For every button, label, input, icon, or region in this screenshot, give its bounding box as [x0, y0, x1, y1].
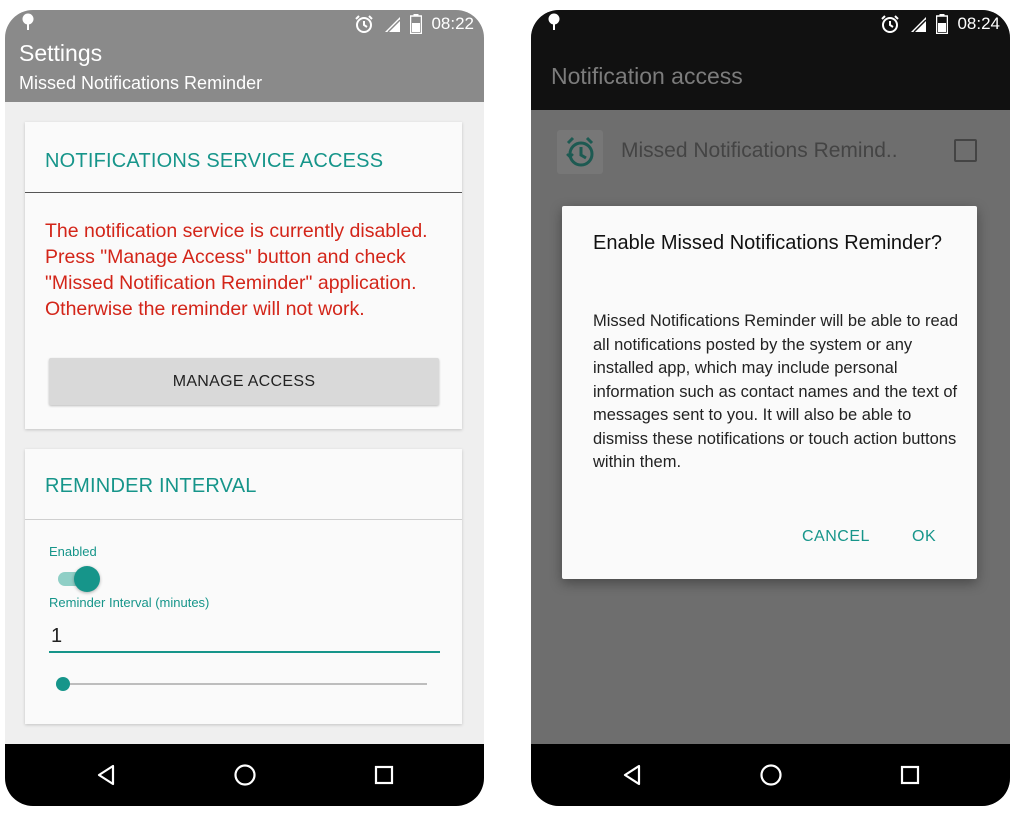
- battery-icon: [410, 14, 423, 34]
- slider-thumb[interactable]: [56, 677, 70, 691]
- notification-pin-icon: [21, 13, 35, 36]
- home-icon[interactable]: [756, 760, 786, 790]
- recents-icon[interactable]: [895, 760, 925, 790]
- interval-slider[interactable]: [56, 674, 427, 694]
- phone-notification-access: 08:24 Notification access Missed Notific…: [531, 10, 1010, 806]
- page-subtitle: Missed Notifications Reminder: [19, 73, 263, 93]
- reminder-interval-card: REMINDER INTERVAL Enabled Reminder Inter…: [25, 449, 462, 724]
- interval-label: Reminder Interval (minutes): [49, 595, 210, 610]
- battery-icon: [936, 14, 949, 34]
- access-checkbox[interactable]: [954, 139, 977, 162]
- notification-pin-icon: [547, 13, 561, 36]
- recents-icon[interactable]: [369, 760, 399, 790]
- enabled-toggle[interactable]: [58, 565, 102, 593]
- home-icon[interactable]: [230, 760, 260, 790]
- cancel-button[interactable]: CANCEL: [798, 524, 874, 550]
- divider: [25, 519, 462, 520]
- page-title: Notification access: [551, 63, 743, 89]
- enable-access-dialog: Enable Missed Notifications Reminder? Mi…: [562, 206, 977, 579]
- status-time: 08:24: [957, 14, 1000, 33]
- card-title-access: NOTIFICATIONS SERVICE ACCESS: [45, 150, 384, 172]
- app-bar: Settings Missed Notifications Reminder: [5, 38, 484, 102]
- ok-button[interactable]: OK: [908, 524, 940, 550]
- divider: [25, 192, 462, 193]
- phone-settings: 08:22 Settings Missed Notifications Remi…: [5, 10, 484, 806]
- enabled-label: Enabled: [49, 544, 97, 559]
- notification-access-content: Missed Notifications Remind.. Enable Mis…: [531, 110, 1010, 744]
- signal-icon: [909, 15, 927, 33]
- list-item[interactable]: Missed Notifications Remind..: [531, 110, 1010, 190]
- toggle-thumb[interactable]: [74, 566, 100, 592]
- signal-icon: [383, 15, 401, 33]
- manage-access-button[interactable]: MANAGE ACCESS: [49, 358, 439, 405]
- settings-content: NOTIFICATIONS SERVICE ACCESS The notific…: [5, 102, 484, 744]
- app-name-label: Missed Notifications Remind..: [621, 139, 898, 162]
- slider-track: [57, 683, 427, 685]
- alarm-history-icon: [557, 130, 603, 174]
- notification-access-card: NOTIFICATIONS SERVICE ACCESS The notific…: [25, 122, 462, 429]
- alarm-icon: [354, 14, 374, 34]
- status-bar: 08:24: [531, 10, 1010, 38]
- navigation-bar: [5, 744, 484, 806]
- page-title: Settings: [19, 40, 103, 66]
- interval-input[interactable]: [49, 621, 440, 653]
- status-time: 08:22: [431, 14, 474, 33]
- status-bar: 08:22: [5, 10, 484, 38]
- card-title-interval: REMINDER INTERVAL: [45, 475, 257, 497]
- dialog-body: Missed Notifications Reminder will be ab…: [593, 312, 958, 471]
- service-disabled-warning: The notification service is currently di…: [45, 220, 428, 320]
- navigation-bar: [531, 744, 1010, 806]
- dialog-title: Enable Missed Notifications Reminder?: [593, 232, 943, 254]
- back-icon[interactable]: [91, 760, 121, 790]
- back-icon[interactable]: [617, 760, 647, 790]
- app-bar: Notification access: [531, 38, 1010, 110]
- alarm-icon: [880, 14, 900, 34]
